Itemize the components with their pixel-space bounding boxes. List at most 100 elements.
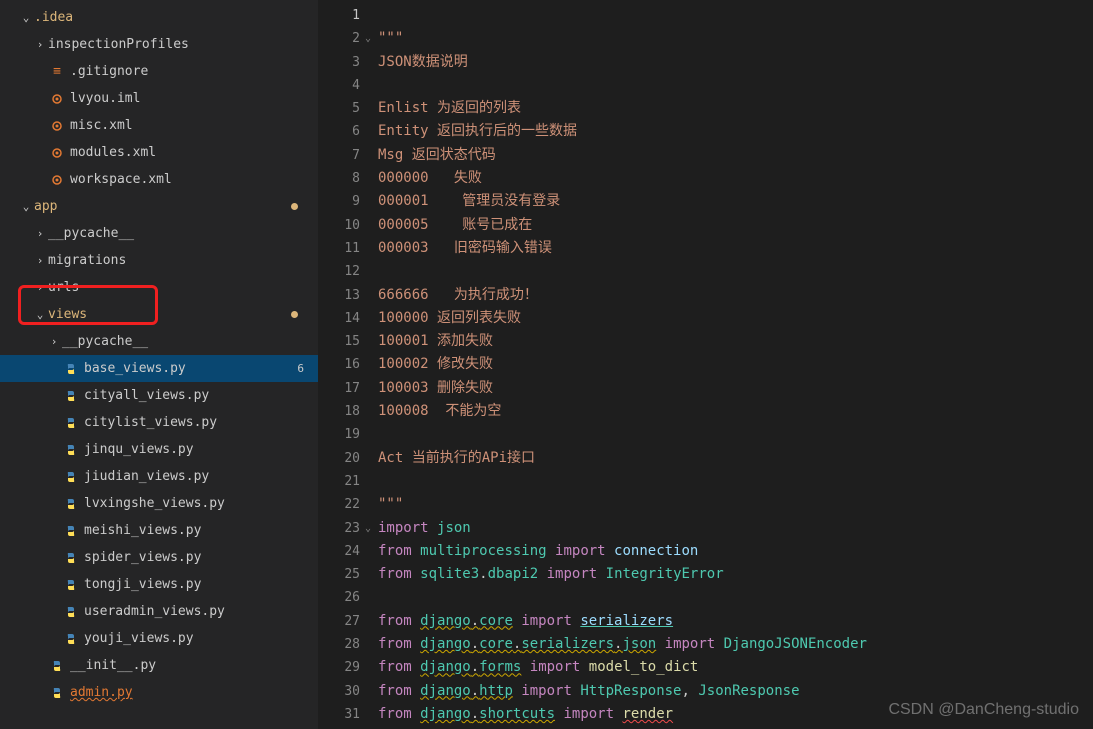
chevron-right-icon[interactable]: › xyxy=(46,335,62,348)
tree-item-label: workspace.xml xyxy=(70,172,318,187)
tree-item-cityall-views-py[interactable]: cityall_views.py xyxy=(0,382,318,409)
fold-chevron-down-icon[interactable]: ⌄ xyxy=(365,517,371,540)
tree-item-inspectionprofiles[interactable]: ›inspectionProfiles xyxy=(0,31,318,58)
python-file-icon xyxy=(62,551,80,565)
chevron-down-icon[interactable]: ⌄ xyxy=(18,11,34,24)
code-line[interactable]: 100008 不能为空 xyxy=(378,400,1093,423)
tree-item-label: meishi_views.py xyxy=(84,523,318,538)
tree-item-label: base_views.py xyxy=(84,361,291,376)
line-number: 29 xyxy=(318,656,360,679)
tree-item-label: lvxingshe_views.py xyxy=(84,496,318,511)
code-line[interactable]: from sqlite3.dbapi2 import IntegrityErro… xyxy=(378,563,1093,586)
tree-item-admin-py[interactable]: admin.py xyxy=(0,679,318,706)
tree-item--idea[interactable]: ⌄.idea xyxy=(0,4,318,31)
tree-item-label: __init__.py xyxy=(70,658,318,673)
line-number: 21 xyxy=(318,470,360,493)
code-line[interactable]: 100003 删除失败 xyxy=(378,377,1093,400)
code-line[interactable]: from django.core.serializers.json import… xyxy=(378,633,1093,656)
code-line[interactable] xyxy=(378,4,1093,27)
code-line[interactable]: from multiprocessing import connection xyxy=(378,540,1093,563)
chevron-right-icon[interactable]: › xyxy=(32,38,48,51)
line-number: 9 xyxy=(318,190,360,213)
line-number: 6 xyxy=(318,120,360,143)
line-number: 26 xyxy=(318,586,360,609)
tree-item-label: modules.xml xyxy=(70,145,318,160)
code-line[interactable]: ⌄""" xyxy=(378,27,1093,50)
chevron-right-icon[interactable]: › xyxy=(32,254,48,267)
tree-item-misc-xml[interactable]: misc.xml xyxy=(0,112,318,139)
tree-item-workspace-xml[interactable]: workspace.xml xyxy=(0,166,318,193)
tree-item-app[interactable]: ⌄app xyxy=(0,193,318,220)
tree-item-migrations[interactable]: ›migrations xyxy=(0,247,318,274)
code-line[interactable]: 000000 失败 xyxy=(378,167,1093,190)
tree-item-urls[interactable]: ›urls xyxy=(0,274,318,301)
tree-item-tongji-views-py[interactable]: tongji_views.py xyxy=(0,571,318,598)
line-number: 24 xyxy=(318,540,360,563)
fold-chevron-down-icon[interactable]: ⌄ xyxy=(365,27,371,50)
watermark-text: CSDN @DanCheng-studio xyxy=(888,701,1079,719)
code-line[interactable]: 100000 返回列表失败 xyxy=(378,307,1093,330)
tree-item-lvyou-iml[interactable]: lvyou.iml xyxy=(0,85,318,112)
tree-item-useradmin-views-py[interactable]: useradmin_views.py xyxy=(0,598,318,625)
code-line[interactable]: Msg 返回状态代码 xyxy=(378,144,1093,167)
code-line[interactable] xyxy=(378,260,1093,283)
line-number: 28 xyxy=(318,633,360,656)
tree-item-label: spider_views.py xyxy=(84,550,318,565)
tree-item-meishi-views-py[interactable]: meishi_views.py xyxy=(0,517,318,544)
code-line[interactable]: 100001 添加失败 xyxy=(378,330,1093,353)
line-number: 23 xyxy=(318,517,360,540)
code-line[interactable] xyxy=(378,74,1093,97)
xml-file-icon xyxy=(48,146,66,160)
code-line[interactable]: Entity 返回执行后的一些数据 xyxy=(378,120,1093,143)
code-line[interactable]: 100002 修改失败 xyxy=(378,353,1093,376)
line-number: 13 xyxy=(318,284,360,307)
code-content[interactable]: ⌄"""JSON数据说明 Enlist 为返回的列表Entity 返回执行后的一… xyxy=(378,0,1093,729)
code-line[interactable] xyxy=(378,423,1093,446)
line-number: 10 xyxy=(318,214,360,237)
code-line[interactable]: 000003 旧密码输入错误 xyxy=(378,237,1093,260)
line-number: 14 xyxy=(318,307,360,330)
xml-file-icon xyxy=(48,119,66,133)
file-explorer-sidebar[interactable]: ⌄.idea›inspectionProfiles≡.gitignore lvyo… xyxy=(0,0,318,729)
code-editor[interactable]: 1234567891011121314151617181920212223242… xyxy=(318,0,1093,729)
code-line[interactable]: 000005 账号已成在 xyxy=(378,214,1093,237)
gitignore-icon: ≡ xyxy=(48,64,66,79)
code-line[interactable]: from django.core import serializers xyxy=(378,610,1093,633)
code-line[interactable] xyxy=(378,586,1093,609)
tree-item---init---py[interactable]: __init__.py xyxy=(0,652,318,679)
code-line[interactable]: 000001 管理员没有登录 xyxy=(378,190,1093,213)
tree-item-label: migrations xyxy=(48,253,318,268)
code-line[interactable]: JSON数据说明 xyxy=(378,51,1093,74)
chevron-right-icon[interactable]: › xyxy=(32,281,48,294)
tree-item-label: __pycache__ xyxy=(48,226,318,241)
tree-item-label: youji_views.py xyxy=(84,631,318,646)
line-number: 17 xyxy=(318,377,360,400)
code-line[interactable]: 666666 为执行成功！ xyxy=(378,284,1093,307)
tree-item-citylist-views-py[interactable]: citylist_views.py xyxy=(0,409,318,436)
python-file-icon xyxy=(62,524,80,538)
code-line[interactable]: from django.http import HttpResponse, Js… xyxy=(378,680,1093,703)
code-line[interactable]: from django.forms import model_to_dict xyxy=(378,656,1093,679)
tree-item-modules-xml[interactable]: modules.xml xyxy=(0,139,318,166)
tree-item-youji-views-py[interactable]: youji_views.py xyxy=(0,625,318,652)
chevron-right-icon[interactable]: › xyxy=(32,227,48,240)
tree-item-spider-views-py[interactable]: spider_views.py xyxy=(0,544,318,571)
tree-item-jinqu-views-py[interactable]: jinqu_views.py xyxy=(0,436,318,463)
tree-item-lvxingshe-views-py[interactable]: lvxingshe_views.py xyxy=(0,490,318,517)
line-number: 27 xyxy=(318,610,360,633)
tree-item---pycache--[interactable]: ›__pycache__ xyxy=(0,328,318,355)
tree-item-label: lvyou.iml xyxy=(70,91,318,106)
tree-item-views[interactable]: ⌄views xyxy=(0,301,318,328)
code-line[interactable]: """ xyxy=(378,493,1093,516)
code-line[interactable]: ⌄import json xyxy=(378,517,1093,540)
code-line[interactable]: Enlist 为返回的列表 xyxy=(378,97,1093,120)
python-file-icon xyxy=(48,686,66,700)
code-line[interactable]: Act 当前执行的APi接口 xyxy=(378,447,1093,470)
tree-item--gitignore[interactable]: ≡.gitignore xyxy=(0,58,318,85)
tree-item-jiudian-views-py[interactable]: jiudian_views.py xyxy=(0,463,318,490)
chevron-down-icon[interactable]: ⌄ xyxy=(18,200,34,213)
tree-item-base-views-py[interactable]: base_views.py6 xyxy=(0,355,318,382)
tree-item---pycache--[interactable]: ›__pycache__ xyxy=(0,220,318,247)
code-line[interactable] xyxy=(378,470,1093,493)
chevron-down-icon[interactable]: ⌄ xyxy=(32,308,48,321)
